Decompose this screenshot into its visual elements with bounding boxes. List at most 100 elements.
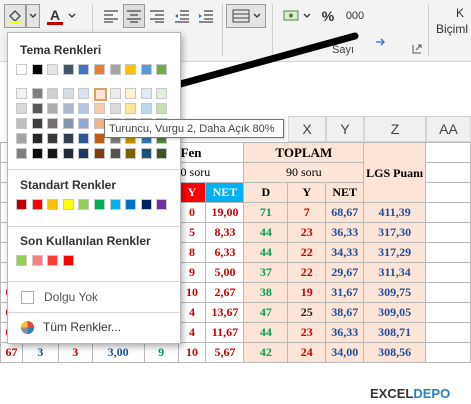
theme-shade-swatch[interactable] bbox=[16, 88, 27, 99]
comma-style-button[interactable]: 000 bbox=[340, 4, 370, 28]
table-cell[interactable]: 9 bbox=[177, 262, 207, 283]
table-cell[interactable]: 10 bbox=[177, 282, 207, 303]
fill-color-dropdown[interactable] bbox=[26, 4, 40, 28]
theme-shade-swatch[interactable] bbox=[62, 133, 74, 144]
theme-shade-swatch[interactable] bbox=[62, 103, 74, 114]
table-cell[interactable]: 5,67 bbox=[205, 342, 245, 363]
table-cell[interactable]: 8,33 bbox=[205, 222, 245, 243]
theme-color-swatch[interactable] bbox=[94, 64, 105, 75]
no-fill-item[interactable]: Dolgu Yok bbox=[9, 285, 180, 309]
decrease-indent-button[interactable] bbox=[171, 4, 193, 28]
table-cell[interactable]: 7 bbox=[287, 202, 327, 223]
theme-shade-swatch[interactable] bbox=[62, 118, 74, 129]
table-cell[interactable]: 36,33 bbox=[325, 322, 365, 343]
table-cell[interactable]: 38,67 bbox=[325, 302, 365, 323]
theme-shade-swatch[interactable] bbox=[62, 88, 74, 99]
more-colors-item[interactable]: Tüm Renkler... bbox=[9, 315, 180, 339]
increase-indent-button[interactable] bbox=[195, 4, 217, 28]
table-cell[interactable]: 4 bbox=[177, 322, 207, 343]
table-cell[interactable] bbox=[425, 282, 471, 303]
theme-shade-swatch[interactable] bbox=[16, 118, 27, 129]
header-d[interactable]: D bbox=[243, 182, 289, 203]
theme-shade-swatch[interactable] bbox=[140, 148, 152, 159]
table-cell[interactable] bbox=[425, 242, 471, 263]
selected-color-swatch[interactable] bbox=[94, 88, 107, 101]
table-cell[interactable]: 317,29 bbox=[363, 242, 427, 263]
standard-color-swatch[interactable] bbox=[94, 199, 105, 210]
table-cell[interactable]: 24 bbox=[287, 342, 327, 363]
column-header-z[interactable]: Z bbox=[364, 116, 426, 142]
table-cell[interactable]: 23 bbox=[287, 322, 327, 343]
table-cell[interactable]: 8 bbox=[177, 242, 207, 263]
theme-shade-swatch[interactable] bbox=[62, 148, 74, 159]
theme-shade-swatch[interactable] bbox=[47, 103, 59, 114]
theme-shade-swatch[interactable] bbox=[47, 88, 59, 99]
table-cell[interactable]: 3 bbox=[57, 342, 93, 363]
recent-color-swatch[interactable] bbox=[47, 255, 59, 266]
table-cell[interactable]: 34,00 bbox=[325, 342, 365, 363]
table-cell[interactable]: 71 bbox=[243, 202, 289, 223]
table-cell[interactable]: 3,00 bbox=[91, 342, 145, 363]
table-cell[interactable]: 67 bbox=[0, 342, 23, 363]
table-cell[interactable]: 9 bbox=[143, 342, 179, 363]
table-cell[interactable]: 44 bbox=[243, 222, 289, 243]
percent-style-button[interactable]: % bbox=[318, 4, 338, 28]
theme-shade-swatch[interactable] bbox=[31, 133, 43, 144]
theme-shade-swatch[interactable] bbox=[47, 148, 59, 159]
theme-shade-swatch[interactable] bbox=[47, 133, 59, 144]
theme-shade-swatch[interactable] bbox=[78, 118, 90, 129]
theme-color-swatch[interactable] bbox=[156, 64, 168, 75]
theme-shade-swatch[interactable] bbox=[47, 118, 59, 129]
table-cell[interactable]: 44 bbox=[243, 242, 289, 263]
number-format-launcher[interactable] bbox=[410, 42, 424, 56]
table-cell[interactable]: 317,30 bbox=[363, 222, 427, 243]
table-cell[interactable] bbox=[425, 302, 471, 323]
table-cell[interactable]: 38 bbox=[243, 282, 289, 303]
table-cell[interactable]: 29,67 bbox=[325, 262, 365, 283]
theme-shade-swatch[interactable] bbox=[140, 88, 152, 99]
theme-shade-swatch[interactable] bbox=[125, 88, 137, 99]
table-cell[interactable]: 22 bbox=[287, 242, 327, 263]
font-color-button[interactable]: A bbox=[44, 4, 66, 28]
table-cell[interactable]: 37 bbox=[243, 262, 289, 283]
theme-shade-swatch[interactable] bbox=[156, 88, 168, 99]
align-center-button[interactable] bbox=[123, 4, 145, 28]
fen-header[interactable]: Fen bbox=[177, 142, 245, 163]
table-cell[interactable] bbox=[425, 222, 471, 243]
header-net2[interactable]: NET bbox=[325, 182, 365, 203]
table-cell[interactable]: 308,71 bbox=[363, 322, 427, 343]
table-cell[interactable]: 3 bbox=[21, 342, 59, 363]
theme-shade-swatch[interactable] bbox=[140, 103, 152, 114]
table-cell[interactable]: 6,33 bbox=[205, 242, 245, 263]
table-cell[interactable]: 44 bbox=[243, 322, 289, 343]
theme-shade-swatch[interactable] bbox=[109, 103, 121, 114]
standard-color-swatch[interactable] bbox=[31, 199, 43, 210]
theme-shade-swatch[interactable] bbox=[16, 133, 27, 144]
theme-shade-swatch[interactable] bbox=[156, 148, 168, 159]
theme-shade-swatch[interactable] bbox=[16, 148, 27, 159]
theme-shade-swatch[interactable] bbox=[31, 148, 43, 159]
theme-shade-swatch[interactable] bbox=[78, 148, 90, 159]
recent-color-swatch[interactable] bbox=[62, 255, 74, 266]
table-cell[interactable] bbox=[425, 202, 471, 223]
header-net[interactable]: NET bbox=[205, 182, 245, 203]
table-cell[interactable]: 0 bbox=[177, 202, 207, 223]
theme-shade-swatch[interactable] bbox=[31, 118, 43, 129]
font-color-dropdown[interactable] bbox=[66, 4, 78, 28]
recent-color-swatch[interactable] bbox=[31, 255, 43, 266]
theme-color-swatch[interactable] bbox=[140, 64, 152, 75]
theme-shade-swatch[interactable] bbox=[109, 148, 121, 159]
conditional-format-label-top[interactable]: K bbox=[456, 6, 464, 20]
align-right-button[interactable] bbox=[146, 4, 168, 28]
theme-color-swatch[interactable] bbox=[125, 64, 137, 75]
standard-color-swatch[interactable] bbox=[16, 199, 27, 210]
table-cell[interactable]: 11,67 bbox=[205, 322, 245, 343]
theme-shade-swatch[interactable] bbox=[109, 88, 121, 99]
theme-shade-swatch[interactable] bbox=[16, 103, 27, 114]
table-cell[interactable] bbox=[425, 262, 471, 283]
table-cell[interactable]: 309,05 bbox=[363, 302, 427, 323]
table-cell[interactable]: 308,56 bbox=[363, 342, 427, 363]
table-cell[interactable]: 19,00 bbox=[205, 202, 245, 223]
theme-shade-swatch[interactable] bbox=[94, 148, 105, 159]
column-header-aa[interactable]: AA bbox=[426, 116, 471, 142]
